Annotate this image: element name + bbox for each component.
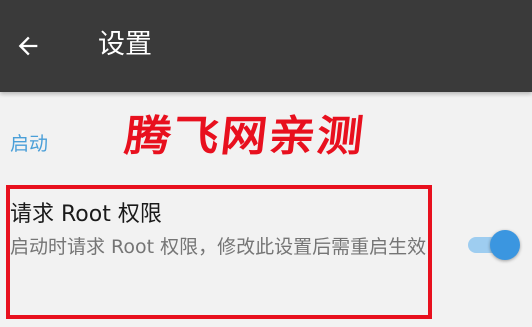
preference-title: 请求 Root 权限 xyxy=(10,202,162,227)
page-title: 设置 xyxy=(98,29,152,60)
arrow-back-icon xyxy=(14,32,42,60)
root-permission-preference[interactable]: 请求 Root 权限 启动时请求 Root 权限，修改此设置后需重启生效 xyxy=(0,186,532,314)
back-button[interactable] xyxy=(6,24,50,68)
watermark-text: 腾飞网亲测 xyxy=(122,110,368,161)
preference-summary: 启动时请求 Root 权限，修改此设置后需重启生效 xyxy=(10,236,427,258)
section-header-startup: 启动 xyxy=(10,133,49,155)
app-bar: 设置 xyxy=(0,0,532,92)
root-permission-toggle[interactable] xyxy=(466,230,524,260)
toggle-thumb xyxy=(490,230,520,260)
